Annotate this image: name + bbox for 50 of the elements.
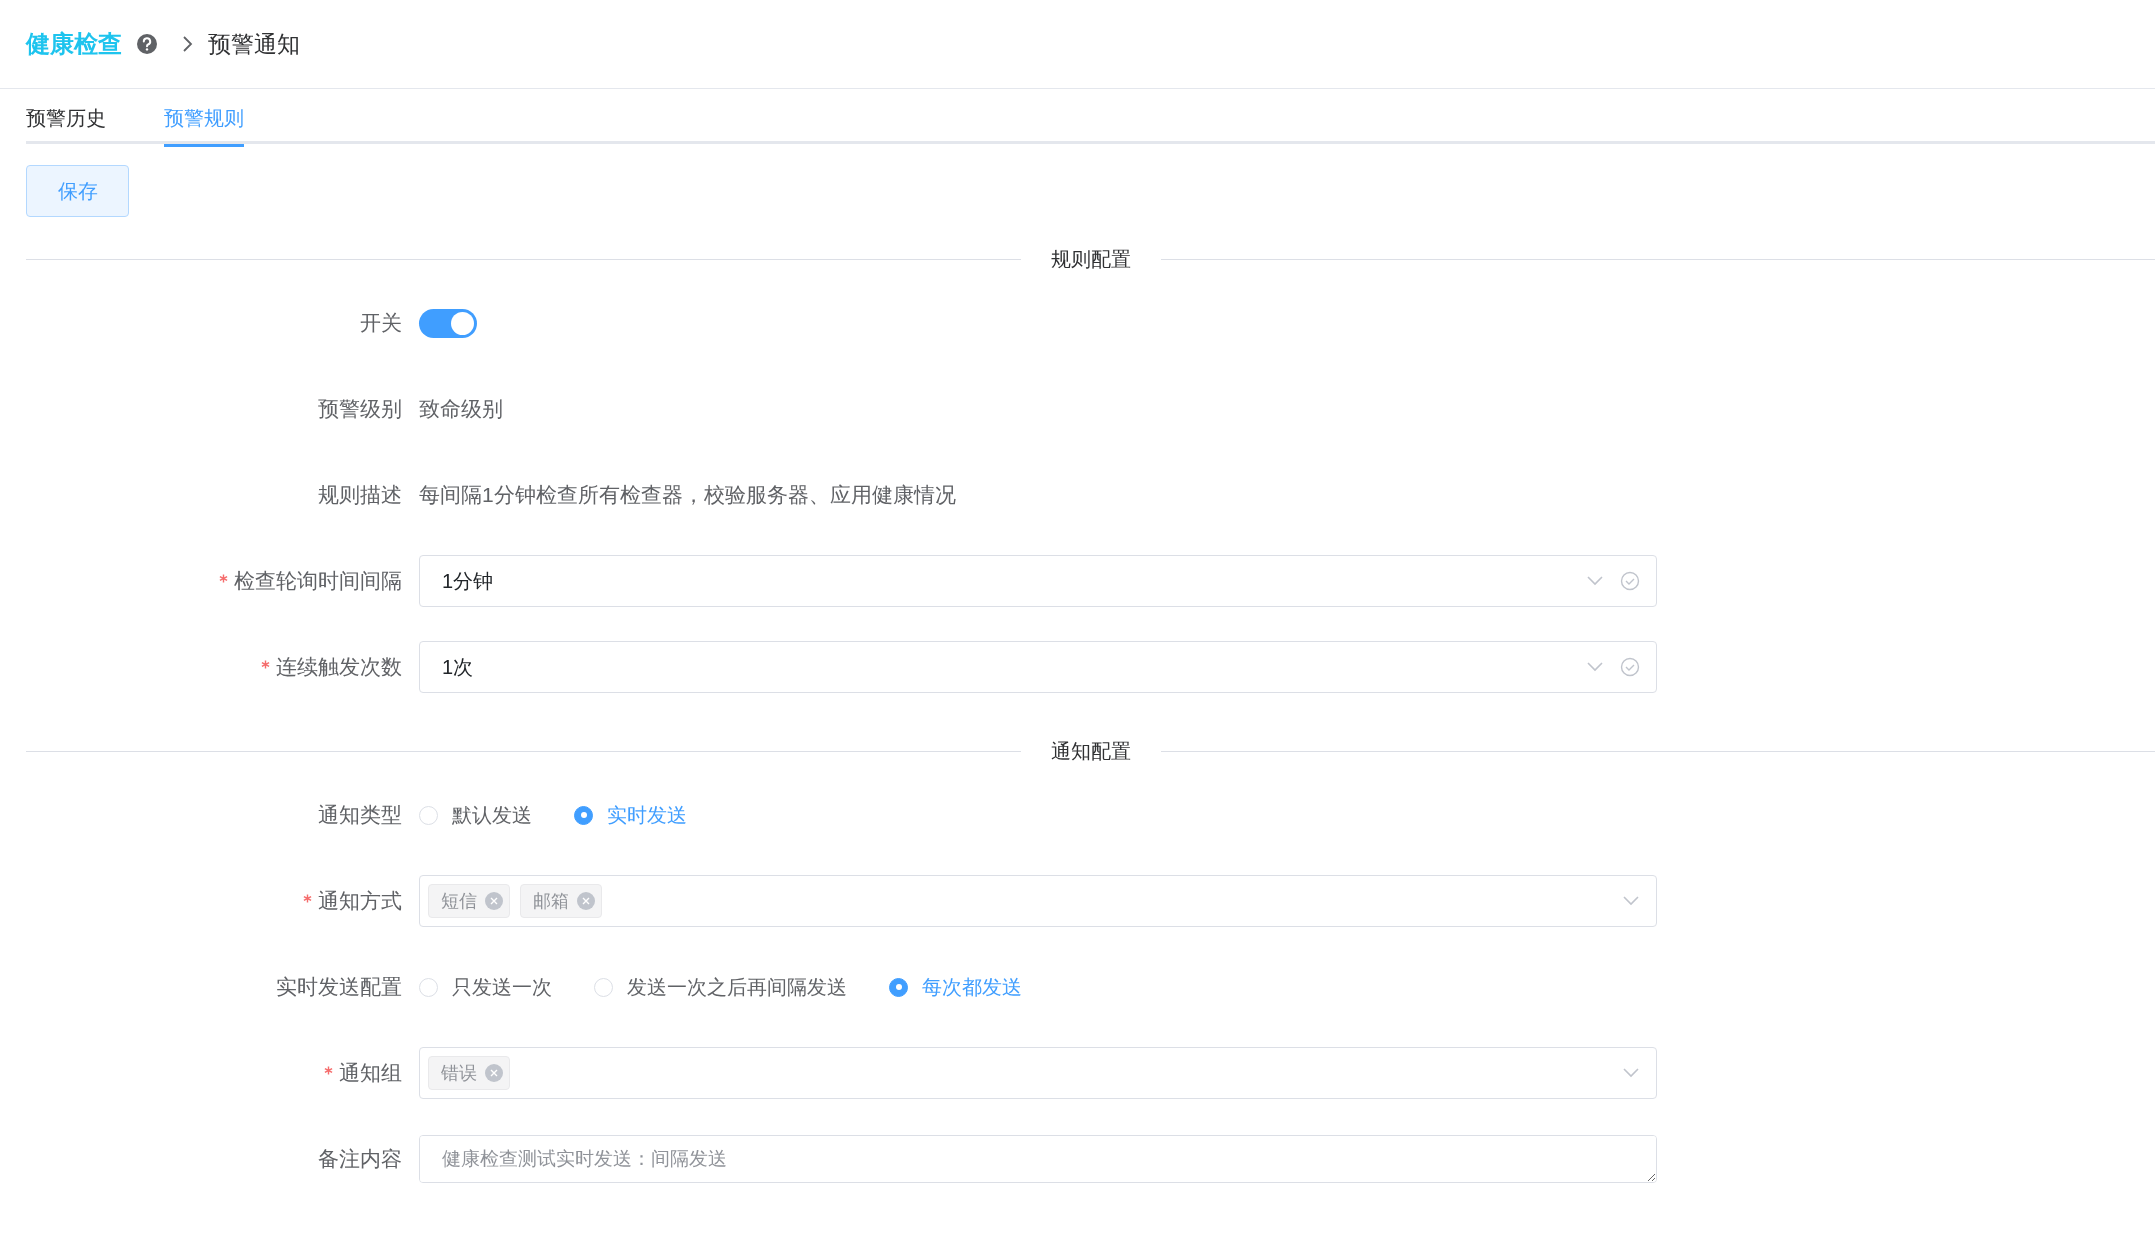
field-label: 检查轮询时间间隔 — [234, 568, 402, 595]
field-value: 每间隔1分钟检查所有检查器，校验服务器、应用健康情况 — [419, 482, 956, 509]
tab[interactable]: 预警历史 — [26, 92, 106, 147]
radio-option[interactable]: 发送一次之后再间隔发送 — [594, 972, 847, 1002]
chevron-down-icon — [1586, 661, 1604, 673]
radio-option[interactable]: 默认发送 — [419, 800, 532, 830]
required-asterisk-icon — [324, 1065, 333, 1075]
multi-select-field[interactable]: 错误 — [419, 1047, 1657, 1099]
field-label: 连续触发次数 — [276, 654, 402, 681]
check-circle-icon — [1620, 571, 1640, 591]
toggle-switch[interactable] — [419, 308, 477, 338]
radio-button[interactable] — [574, 805, 593, 825]
check-circle-icon — [1620, 657, 1640, 677]
breadcrumb-title[interactable]: 健康检查 — [26, 26, 122, 62]
required-asterisk-icon — [261, 659, 270, 669]
field-label: 规则描述 — [318, 482, 402, 509]
chevron-down-icon — [1622, 895, 1640, 907]
save-button[interactable]: 保存 — [26, 165, 129, 217]
field-label: 通知方式 — [318, 888, 402, 915]
select-field[interactable]: 1次 — [419, 641, 1657, 693]
chevron-down-icon — [1586, 575, 1604, 587]
field-label: 备注内容 — [318, 1146, 402, 1173]
select-field[interactable]: 1分钟 — [419, 555, 1657, 607]
field-label: 预警级别 — [318, 396, 402, 423]
required-asterisk-icon — [219, 573, 228, 583]
tag-label: 邮箱 — [533, 889, 569, 913]
chevron-right-icon — [180, 34, 194, 54]
select-value: 1次 — [442, 655, 475, 680]
chevron-down-icon — [1622, 1067, 1640, 1079]
radio-option[interactable]: 实时发送 — [574, 800, 687, 830]
tab[interactable]: 预警规则 — [164, 92, 244, 147]
help-icon[interactable] — [136, 33, 158, 55]
close-icon[interactable] — [577, 892, 595, 910]
breadcrumb-current: 预警通知 — [208, 29, 300, 59]
close-icon[interactable] — [485, 892, 503, 910]
multi-select-field[interactable]: 短信 邮箱 — [419, 875, 1657, 927]
select-value: 1分钟 — [442, 569, 495, 594]
required-asterisk-icon — [303, 893, 312, 903]
field-label: 实时发送配置 — [276, 974, 402, 1001]
radio-option[interactable]: 每次都发送 — [889, 972, 1022, 1002]
radio-button[interactable] — [889, 977, 908, 997]
tag-label: 错误 — [441, 1061, 477, 1085]
radio-option[interactable]: 只发送一次 — [419, 972, 552, 1002]
close-icon[interactable] — [485, 1064, 503, 1082]
field-value: 致命级别 — [419, 396, 503, 423]
tag-label: 短信 — [441, 889, 477, 913]
field-label: 通知类型 — [318, 802, 402, 829]
field-label: 通知组 — [339, 1060, 402, 1087]
remark-field[interactable]: 健康检查测试实时发送：间隔发送 — [419, 1135, 1657, 1183]
field-label: 开关 — [360, 310, 402, 337]
